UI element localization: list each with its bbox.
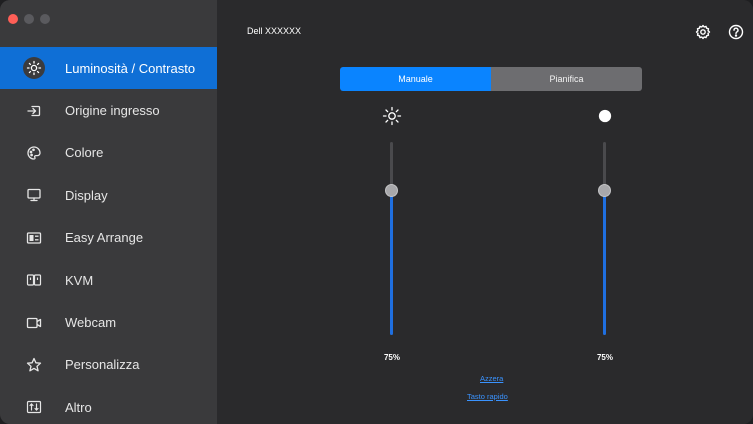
easy-arrange-icon (24, 228, 44, 248)
sun-icon (372, 105, 412, 127)
minimize-window-button[interactable] (24, 14, 34, 24)
kvm-icon (24, 270, 44, 290)
sidebar: Luminosità / Contrasto Origine ingresso (0, 0, 217, 424)
sidebar-item-label: Display (65, 187, 108, 203)
close-window-button[interactable] (8, 14, 18, 24)
sidebar-item-label: Easy Arrange (65, 230, 144, 246)
contrast-slider-track[interactable] (598, 142, 611, 335)
main-panel: Dell XXXXXX Manuale Pianifica 75% 75% Az… (217, 0, 753, 424)
sidebar-nav: Luminosità / Contrasto Origine ingresso (0, 47, 217, 424)
sidebar-item-color[interactable]: Colore (0, 132, 217, 174)
brightness-value: 75% (383, 353, 400, 362)
sidebar-item-label: Luminosità / Contrasto (65, 60, 196, 76)
gear-icon[interactable] (695, 24, 711, 40)
hotkey-link[interactable]: Tasto rapido (467, 392, 508, 401)
sidebar-item-brightness-contrast[interactable]: Luminosità / Contrasto (0, 47, 217, 90)
contrast-slider-fill (603, 190, 606, 335)
tab-manual[interactable]: Manuale (340, 67, 491, 91)
brightness-slider-thumb[interactable] (385, 183, 398, 197)
input-source-icon (24, 101, 44, 121)
tab-schedule[interactable]: Pianifica (491, 67, 642, 91)
color-palette-icon (24, 143, 44, 163)
contrast-value: 75% (596, 353, 613, 362)
sidebar-item-label: KVM (65, 272, 94, 288)
sidebar-item-label: Colore (65, 145, 104, 161)
contrast-icon (585, 105, 625, 127)
sidebar-item-more[interactable]: Altro (0, 386, 217, 424)
sidebar-item-label: Origine ingresso (65, 103, 160, 119)
mode-segmented-control: Manuale Pianifica (340, 67, 642, 91)
sidebar-item-webcam[interactable]: Webcam (0, 301, 217, 343)
brightness-slider-track[interactable] (385, 142, 398, 335)
window-controls (8, 14, 50, 24)
brightness-icon (23, 57, 45, 80)
sidebar-item-display[interactable]: Display (0, 174, 217, 216)
sidebar-item-label: Altro (65, 399, 92, 415)
sidebar-item-kvm[interactable]: KVM (0, 259, 217, 301)
help-icon[interactable] (728, 24, 744, 40)
window-title: Dell XXXXXX (247, 26, 302, 36)
star-icon (24, 355, 44, 375)
more-settings-icon (24, 397, 44, 417)
contrast-slider-thumb[interactable] (598, 183, 611, 197)
webcam-icon (24, 313, 44, 333)
sidebar-item-label: Webcam (65, 315, 117, 331)
brightness-slider-fill (390, 190, 393, 335)
reset-link[interactable]: Azzera (480, 374, 503, 383)
zoom-window-button[interactable] (40, 14, 50, 24)
monitor-icon (24, 185, 44, 205)
sidebar-item-customize[interactable]: Personalizza (0, 344, 217, 386)
sidebar-item-label: Personalizza (65, 357, 140, 373)
sidebar-item-input-source[interactable]: Origine ingresso (0, 89, 217, 131)
app-window: Luminosità / Contrasto Origine ingresso (0, 0, 753, 424)
sidebar-item-easy-arrange[interactable]: Easy Arrange (0, 217, 217, 259)
